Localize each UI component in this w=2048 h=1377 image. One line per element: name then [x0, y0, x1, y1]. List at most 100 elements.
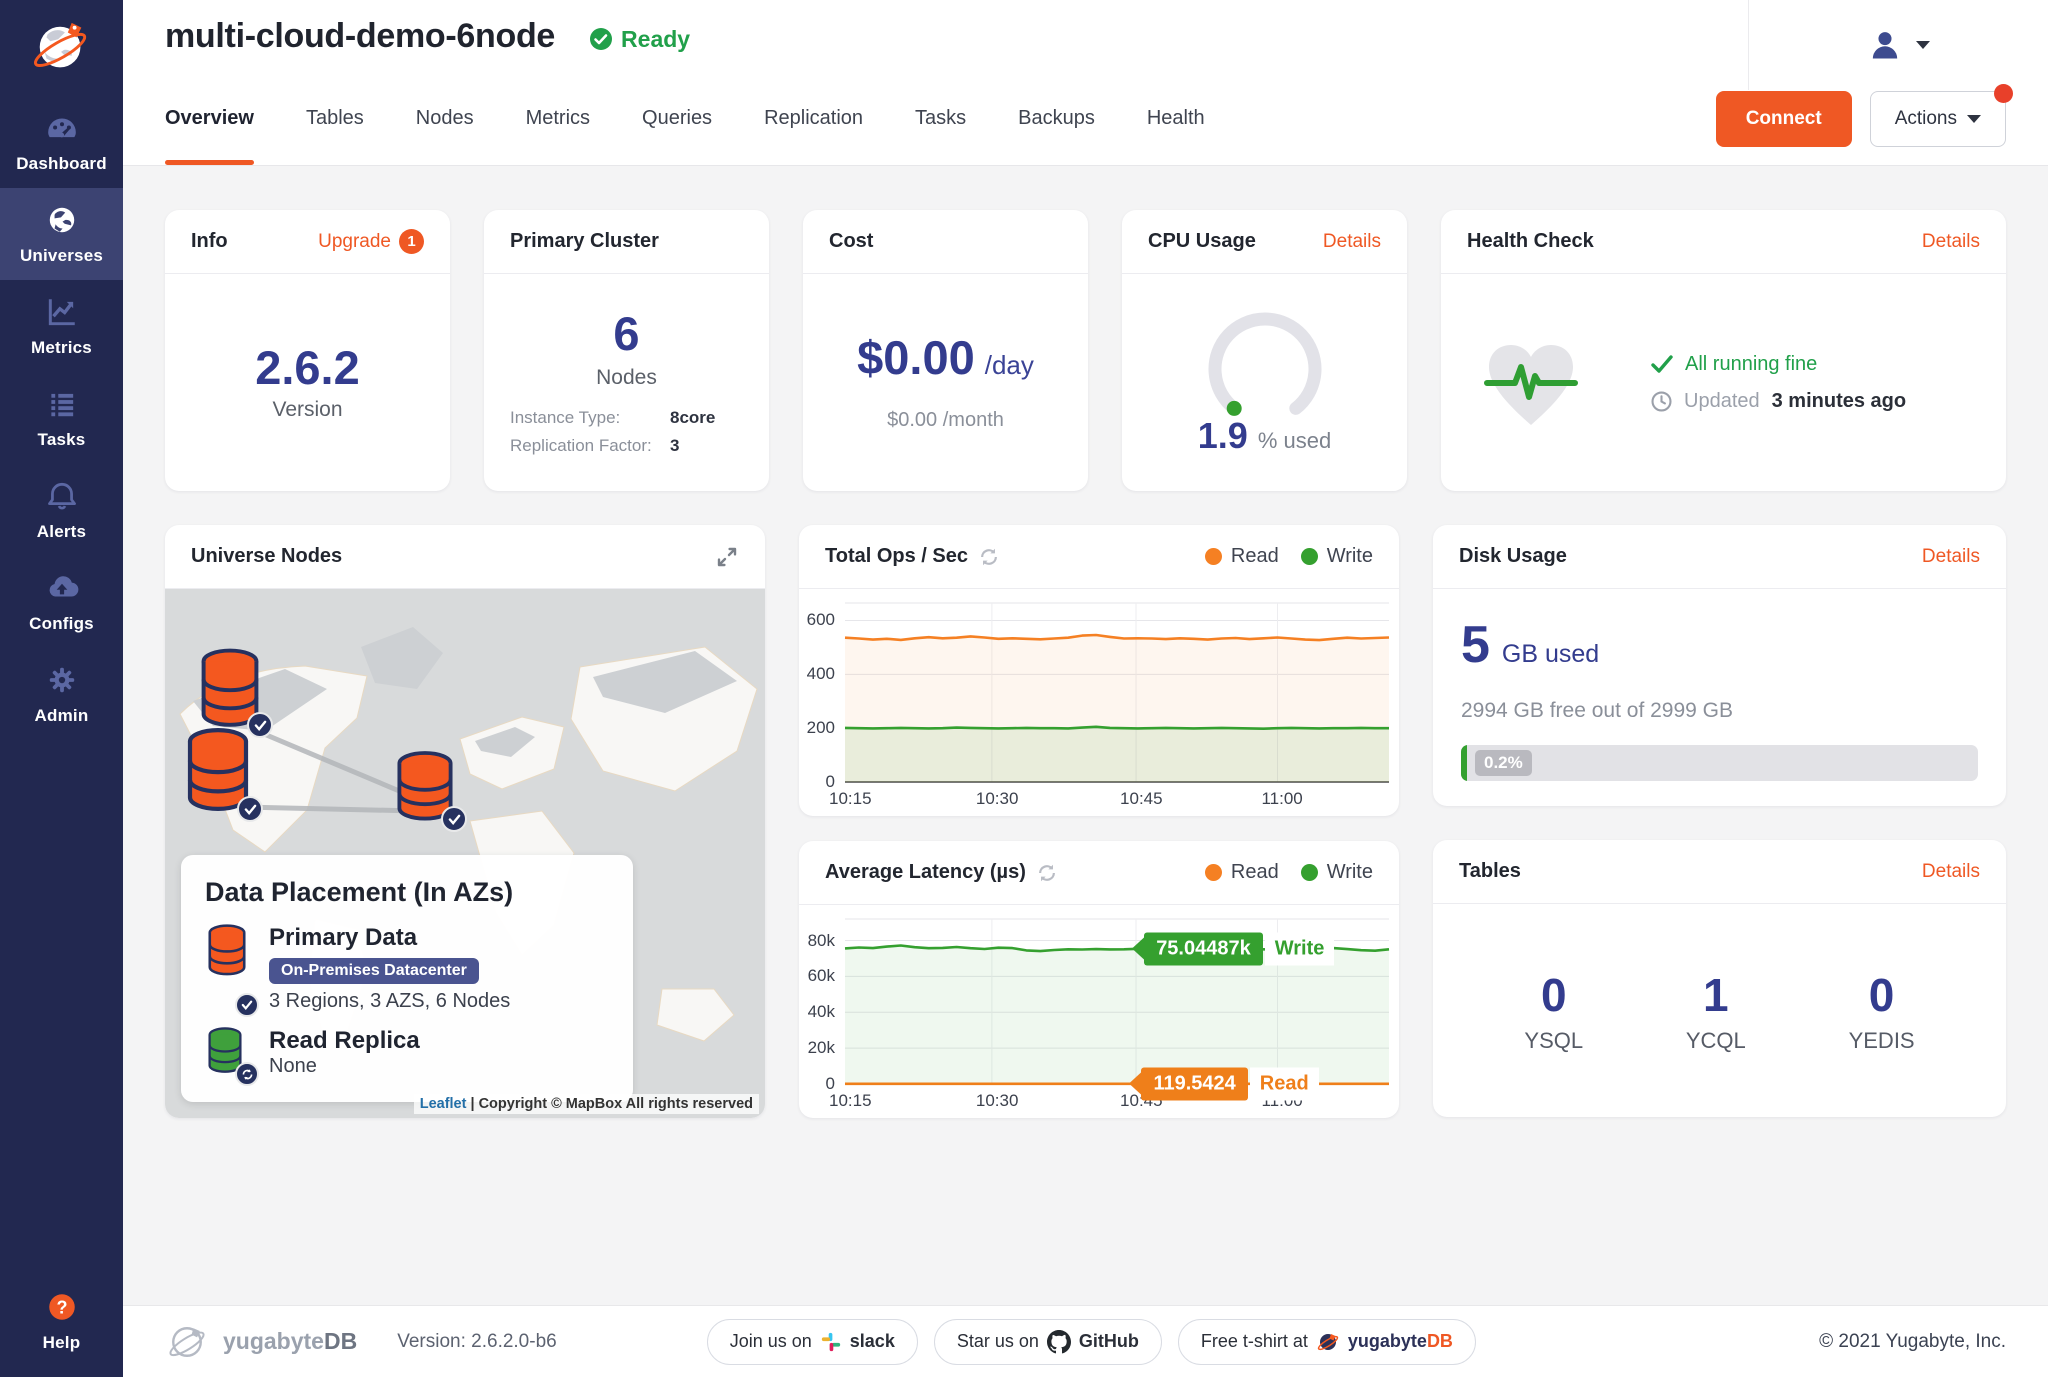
overview-content: Info Upgrade 1 2.6.2 Version Primary Clu…	[123, 166, 2048, 1305]
tshirt-button[interactable]: Free t-shirt at yugabyteDB	[1178, 1319, 1476, 1365]
sidebar-item-label: Admin	[35, 706, 89, 726]
tab-metrics[interactable]: Metrics	[526, 72, 590, 165]
disk-free-text: 2994 GB free out of 2999 GB	[1461, 699, 1978, 723]
upgrade-link[interactable]: Upgrade 1	[318, 229, 424, 254]
upgrade-count-badge: 1	[399, 229, 424, 254]
sync-badge-icon	[235, 1062, 259, 1086]
tab-queries[interactable]: Queries	[642, 72, 712, 165]
primary-data-item: Primary Data On-Premises Datacenter 3 Re…	[205, 924, 609, 1013]
sidebar-item-tasks[interactable]: Tasks	[0, 372, 123, 464]
sidebar-item-label: Tasks	[38, 430, 86, 450]
bell-icon	[45, 479, 79, 513]
tab-tables[interactable]: Tables	[306, 72, 364, 165]
disk-usage-card: Disk Usage Details 5 GB used 2994 GB fre…	[1433, 525, 2006, 806]
sidebar-item-help[interactable]: ? Help	[0, 1275, 123, 1367]
refresh-icon[interactable]	[978, 546, 1000, 568]
yugabyte-logo[interactable]	[0, 0, 123, 96]
disk-used-unit: GB used	[1502, 640, 1599, 669]
svg-text:?: ?	[56, 1297, 67, 1317]
tshirt-brand: yugabyteDB	[1348, 1331, 1453, 1352]
tab-replication[interactable]: Replication	[764, 72, 863, 165]
github-icon	[1047, 1330, 1071, 1354]
footer-version: Version: 2.6.2.0-b6	[397, 1331, 557, 1353]
x-axis-tick: 10:30	[976, 1091, 1019, 1111]
cloud-upload-icon	[44, 571, 80, 605]
cost-card: Cost $0.00 /day $0.00 /month	[803, 210, 1088, 491]
gear-icon	[45, 663, 79, 697]
check-badge-icon	[237, 796, 263, 822]
tab-backups[interactable]: Backups	[1018, 72, 1095, 165]
tab-health[interactable]: Health	[1147, 72, 1205, 165]
help-icon: ?	[45, 1290, 79, 1324]
sidebar-item-label: Metrics	[31, 338, 92, 358]
avg-latency-card: Average Latency (µs) Read Write 020k40k6…	[799, 841, 1399, 1118]
avg-latency-plot: 020k40k60k80k10:1510:3010:4511:0075.0448…	[799, 905, 1399, 1118]
line-chart-icon	[45, 295, 79, 329]
card-title: Health Check	[1467, 230, 1594, 253]
y-axis-tick: 200	[799, 718, 835, 738]
disk-usage-bar: 0.2%	[1461, 745, 1978, 781]
refresh-icon[interactable]	[1036, 862, 1058, 884]
leaflet-link[interactable]: Leaflet	[420, 1096, 467, 1112]
check-badge-icon	[235, 993, 259, 1017]
status-badge: Ready	[589, 26, 690, 53]
github-button[interactable]: Star us on GitHub	[934, 1319, 1162, 1365]
tab-overview[interactable]: Overview	[165, 72, 254, 165]
sidebar-item-universes[interactable]: Universes	[0, 188, 123, 280]
card-title: Cost	[829, 230, 873, 253]
cpu-gauge	[1199, 309, 1331, 421]
sidebar-item-label: Dashboard	[16, 154, 107, 174]
sidebar-item-label: Alerts	[37, 522, 86, 542]
instance-type-row: Instance Type: 8core	[510, 408, 743, 428]
yedis-count: 0 YEDIS	[1849, 968, 1915, 1054]
sidebar-item-alerts[interactable]: Alerts	[0, 464, 123, 556]
node-marker[interactable]	[183, 727, 253, 824]
tab-tasks[interactable]: Tasks	[915, 72, 966, 165]
chart-title: Average Latency (µs)	[825, 861, 1026, 884]
tab-nodes[interactable]: Nodes	[416, 72, 474, 165]
world-map[interactable]: Data Placement (In AZs) Primary Data On-…	[165, 589, 765, 1118]
sidebar-item-metrics[interactable]: Metrics	[0, 280, 123, 372]
info-card: Info Upgrade 1 2.6.2 Version	[165, 210, 450, 491]
footer-brand: yugabyteDB	[223, 1328, 357, 1355]
tables-details-link[interactable]: Details	[1922, 861, 1980, 883]
replica-db-icon	[205, 1027, 253, 1082]
list-icon	[45, 387, 79, 421]
sidebar-item-admin[interactable]: Admin	[0, 648, 123, 740]
card-title: CPU Usage	[1148, 230, 1256, 253]
card-title: Tables	[1459, 860, 1521, 883]
sidebar-item-label: Universes	[20, 246, 103, 266]
health-details-link[interactable]: Details	[1922, 231, 1980, 253]
clock-icon	[1651, 391, 1672, 412]
universe-title: multi-cloud-demo-6node	[165, 17, 555, 56]
x-axis-tick: 10:15	[829, 1091, 872, 1111]
read-legend-dot	[1205, 864, 1222, 881]
ycql-count: 1 YCQL	[1686, 968, 1746, 1054]
y-axis-tick: 40k	[799, 1002, 835, 1022]
cpu-percent-unit: % used	[1258, 428, 1331, 454]
tab-bar: Overview Tables Nodes Metrics Queries Re…	[123, 72, 2048, 166]
primary-db-icon	[205, 924, 253, 1013]
health-updated-row: Updated 3 minutes ago	[1651, 390, 1906, 413]
connect-button[interactable]: Connect	[1716, 91, 1852, 147]
node-marker[interactable]	[393, 749, 457, 834]
y-axis-tick: 20k	[799, 1038, 835, 1058]
write-legend-dot	[1301, 864, 1318, 881]
slack-button[interactable]: Join us on slack	[707, 1319, 918, 1365]
disk-details-link[interactable]: Details	[1922, 546, 1980, 568]
sidebar-item-configs[interactable]: Configs	[0, 556, 123, 648]
check-circle-icon	[589, 27, 613, 51]
cpu-percent: 1.9	[1198, 415, 1248, 457]
sidebar-item-dashboard[interactable]: Dashboard	[0, 96, 123, 188]
chart-title: Total Ops / Sec	[825, 545, 968, 568]
expand-icon[interactable]	[715, 545, 739, 569]
planet-rocket-logo-icon	[31, 17, 93, 79]
disk-usage-fill	[1461, 745, 1467, 781]
x-axis-tick: 10:45	[1120, 789, 1163, 809]
cpu-details-link[interactable]: Details	[1323, 231, 1381, 253]
version-number: 2.6.2	[255, 343, 360, 392]
page-header: multi-cloud-demo-6node Ready Overview Ta…	[123, 0, 2048, 166]
actions-button[interactable]: Actions	[1870, 91, 2006, 147]
chart-legend: Read Write	[1205, 545, 1373, 568]
yugabyte-planet-icon	[1316, 1330, 1340, 1354]
